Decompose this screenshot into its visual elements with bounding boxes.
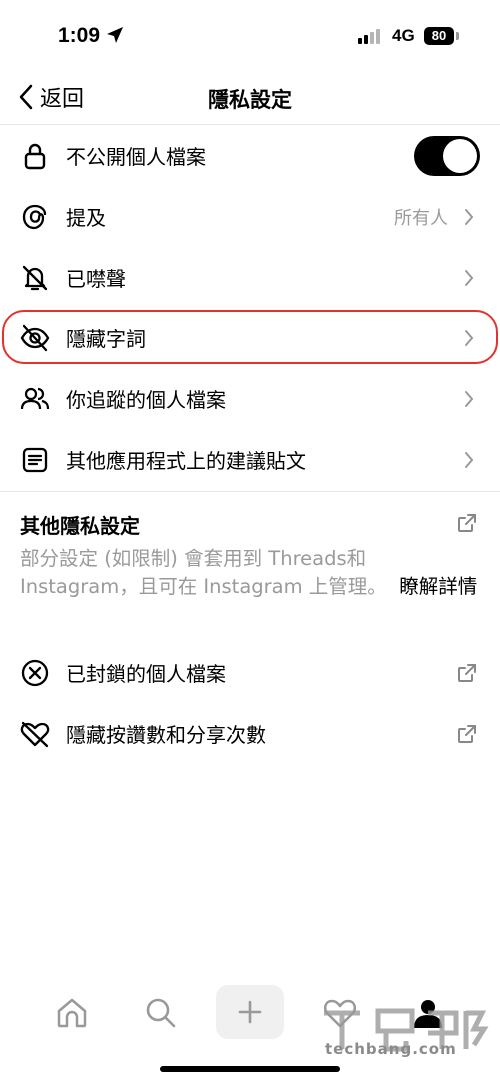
tab-new-post[interactable] [216,985,284,1039]
row-muted[interactable]: 已噤聲 [0,247,500,308]
toggle-knob [443,138,477,173]
row-label: 其他應用程式上的建議貼文 [66,449,306,473]
lock-icon [20,141,50,171]
learn-more-link[interactable]: 瞭解詳情 [399,575,477,598]
row-hidden-words[interactable]: 隱藏字詞 [0,307,500,368]
heart-off-icon [20,719,50,749]
tab-home[interactable] [42,985,102,1041]
chevron-right-icon [465,329,474,346]
signal-icon [358,29,380,44]
network-type: 4G [392,26,415,45]
battery-icon: 80 [424,27,454,45]
location-arrow-icon [107,27,123,43]
external-link-icon[interactable] [456,512,478,534]
techbang-logo [324,1008,489,1052]
muted-bell-icon [20,263,50,293]
row-label: 已封鎖的個人檔案 [66,662,226,686]
row-label: 不公開個人檔案 [66,145,206,169]
section-title: 其他隱私設定 [20,514,140,538]
tab-search[interactable] [131,985,191,1041]
threads-at-icon [20,202,50,232]
row-label: 隱藏字詞 [66,327,146,351]
status-time: 1:09 [58,24,101,47]
row-label: 隱藏按讚數和分享次數 [66,723,266,747]
home-indicator [160,1066,340,1072]
blocked-icon [20,658,50,688]
status-bar: 1:09 4G 80 [0,0,500,75]
row-following[interactable]: 你追蹤的個人檔案 [0,368,500,429]
eye-off-icon [20,323,50,353]
section-divider [0,491,500,492]
row-blocked-profiles[interactable]: 已封鎖的個人檔案 [0,642,500,703]
chevron-right-icon [465,390,474,407]
nav-bar: 返回 隱私設定 [0,75,500,125]
row-label: 你追蹤的個人檔案 [66,388,226,412]
row-label: 提及 [66,206,106,230]
row-suggested-posts[interactable]: 其他應用程式上的建議貼文 [0,429,500,490]
mentions-value: 所有人 [394,207,448,229]
row-mentions[interactable]: 提及 所有人 [0,186,500,247]
battery-tip [456,32,459,40]
search-icon [146,998,176,1028]
watermark-text: techbang.com [325,1040,457,1058]
chevron-right-icon [465,451,474,468]
row-hide-likes[interactable]: 隱藏按讚數和分享次數 [0,703,500,764]
home-icon [57,998,87,1028]
row-private-profile[interactable]: 不公開個人檔案 [0,125,500,186]
people-icon [20,384,50,414]
chevron-right-icon [465,269,474,286]
private-profile-toggle[interactable] [414,135,480,176]
section-description: 部分設定 (如限制) 會套用到 Threads和 Instagram，且可在 I… [20,545,482,601]
external-link-icon [458,724,476,743]
document-icon [20,445,50,475]
external-link-icon [458,663,476,682]
plus-icon [238,1000,262,1024]
description-text: 部分設定 (如限制) 會套用到 Threads和 Instagram，且可在 I… [20,547,387,598]
chevron-right-icon [465,208,474,225]
row-label: 已噤聲 [66,267,126,291]
page-title: 隱私設定 [208,88,292,112]
